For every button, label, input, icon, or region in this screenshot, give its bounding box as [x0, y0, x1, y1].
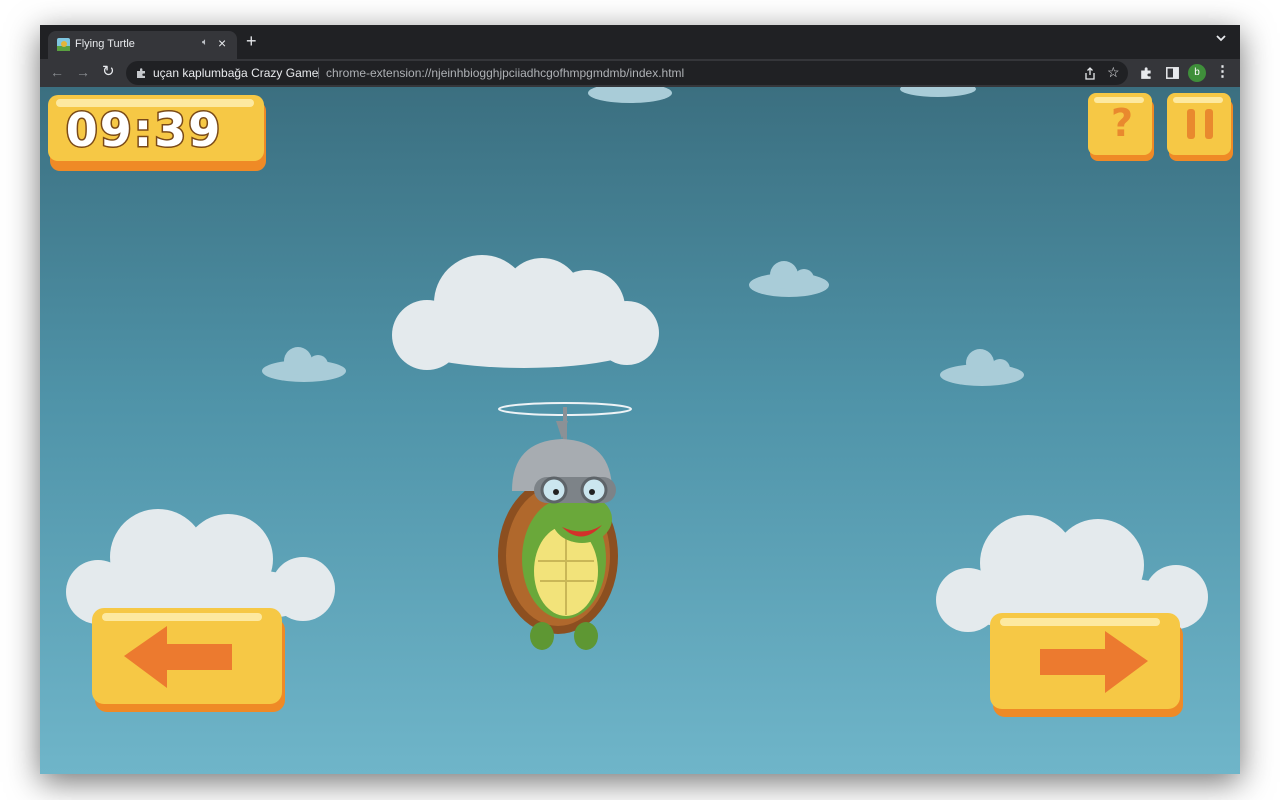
cloud-icon	[940, 349, 1024, 386]
cloud-icon	[262, 347, 346, 382]
share-icon[interactable]	[1084, 67, 1096, 80]
move-right-button[interactable]	[990, 609, 1186, 719]
arrow-right-icon	[990, 613, 1183, 717]
tab-close-icon[interactable]: ×	[218, 35, 226, 51]
help-icon: ?	[1110, 101, 1134, 145]
cloud-icon	[749, 261, 829, 297]
timer-text: 09:39	[64, 102, 223, 159]
address-bar[interactable]: uçan kaplumbağa Crazy Game | chrome-exte…	[126, 61, 1128, 85]
timer-display: 09:39	[46, 93, 268, 173]
tab-search-chevron-icon[interactable]	[1216, 34, 1226, 42]
extensions-icon[interactable]	[1140, 67, 1153, 80]
cloud-icon	[588, 87, 672, 103]
url-text[interactable]: chrome-extension://njeinhbiogghjpciiadhc…	[326, 66, 684, 80]
forward-arrow-icon[interactable]: →	[76, 64, 90, 80]
tab-strip: Flying Turtle 🔈︎ × +	[40, 25, 1240, 59]
tab-title: Flying Turtle	[75, 38, 135, 50]
pause-icon	[1167, 93, 1233, 161]
extension-puzzle-icon	[137, 68, 145, 78]
game-viewport: 09:39 ?	[40, 87, 1240, 774]
pause-button[interactable]	[1167, 93, 1235, 161]
browser-menu-icon[interactable]: ⋮	[1215, 62, 1230, 80]
browser-toolbar: ← → ↻ uçan kaplumbağa Crazy Game | chrom…	[40, 59, 1240, 87]
back-arrow-icon[interactable]: ←	[50, 64, 64, 80]
help-button[interactable]: ?	[1088, 93, 1156, 161]
browser-window: Flying Turtle 🔈︎ × + ← → ↻ uçan kaplumba…	[40, 25, 1240, 774]
arrow-left-icon	[92, 608, 285, 712]
game-favicon-icon	[57, 38, 70, 51]
turtle-character-icon	[498, 402, 632, 650]
cloud-icon	[392, 255, 659, 370]
tab-audio-icon[interactable]: 🔈︎	[202, 37, 208, 48]
site-name: uçan kaplumbağa Crazy Game	[153, 66, 319, 80]
move-left-button[interactable]	[92, 604, 287, 714]
side-panel-icon[interactable]	[1166, 67, 1179, 79]
cloud-icon	[900, 87, 976, 97]
profile-avatar[interactable]: b	[1188, 64, 1206, 82]
bookmark-star-icon[interactable]: ☆	[1107, 64, 1120, 81]
omnibox-separator: |	[317, 65, 321, 79]
new-tab-button[interactable]: +	[246, 31, 257, 51]
reload-icon[interactable]: ↻	[102, 62, 115, 80]
tab-flying-turtle[interactable]: Flying Turtle 🔈︎ ×	[48, 31, 237, 59]
